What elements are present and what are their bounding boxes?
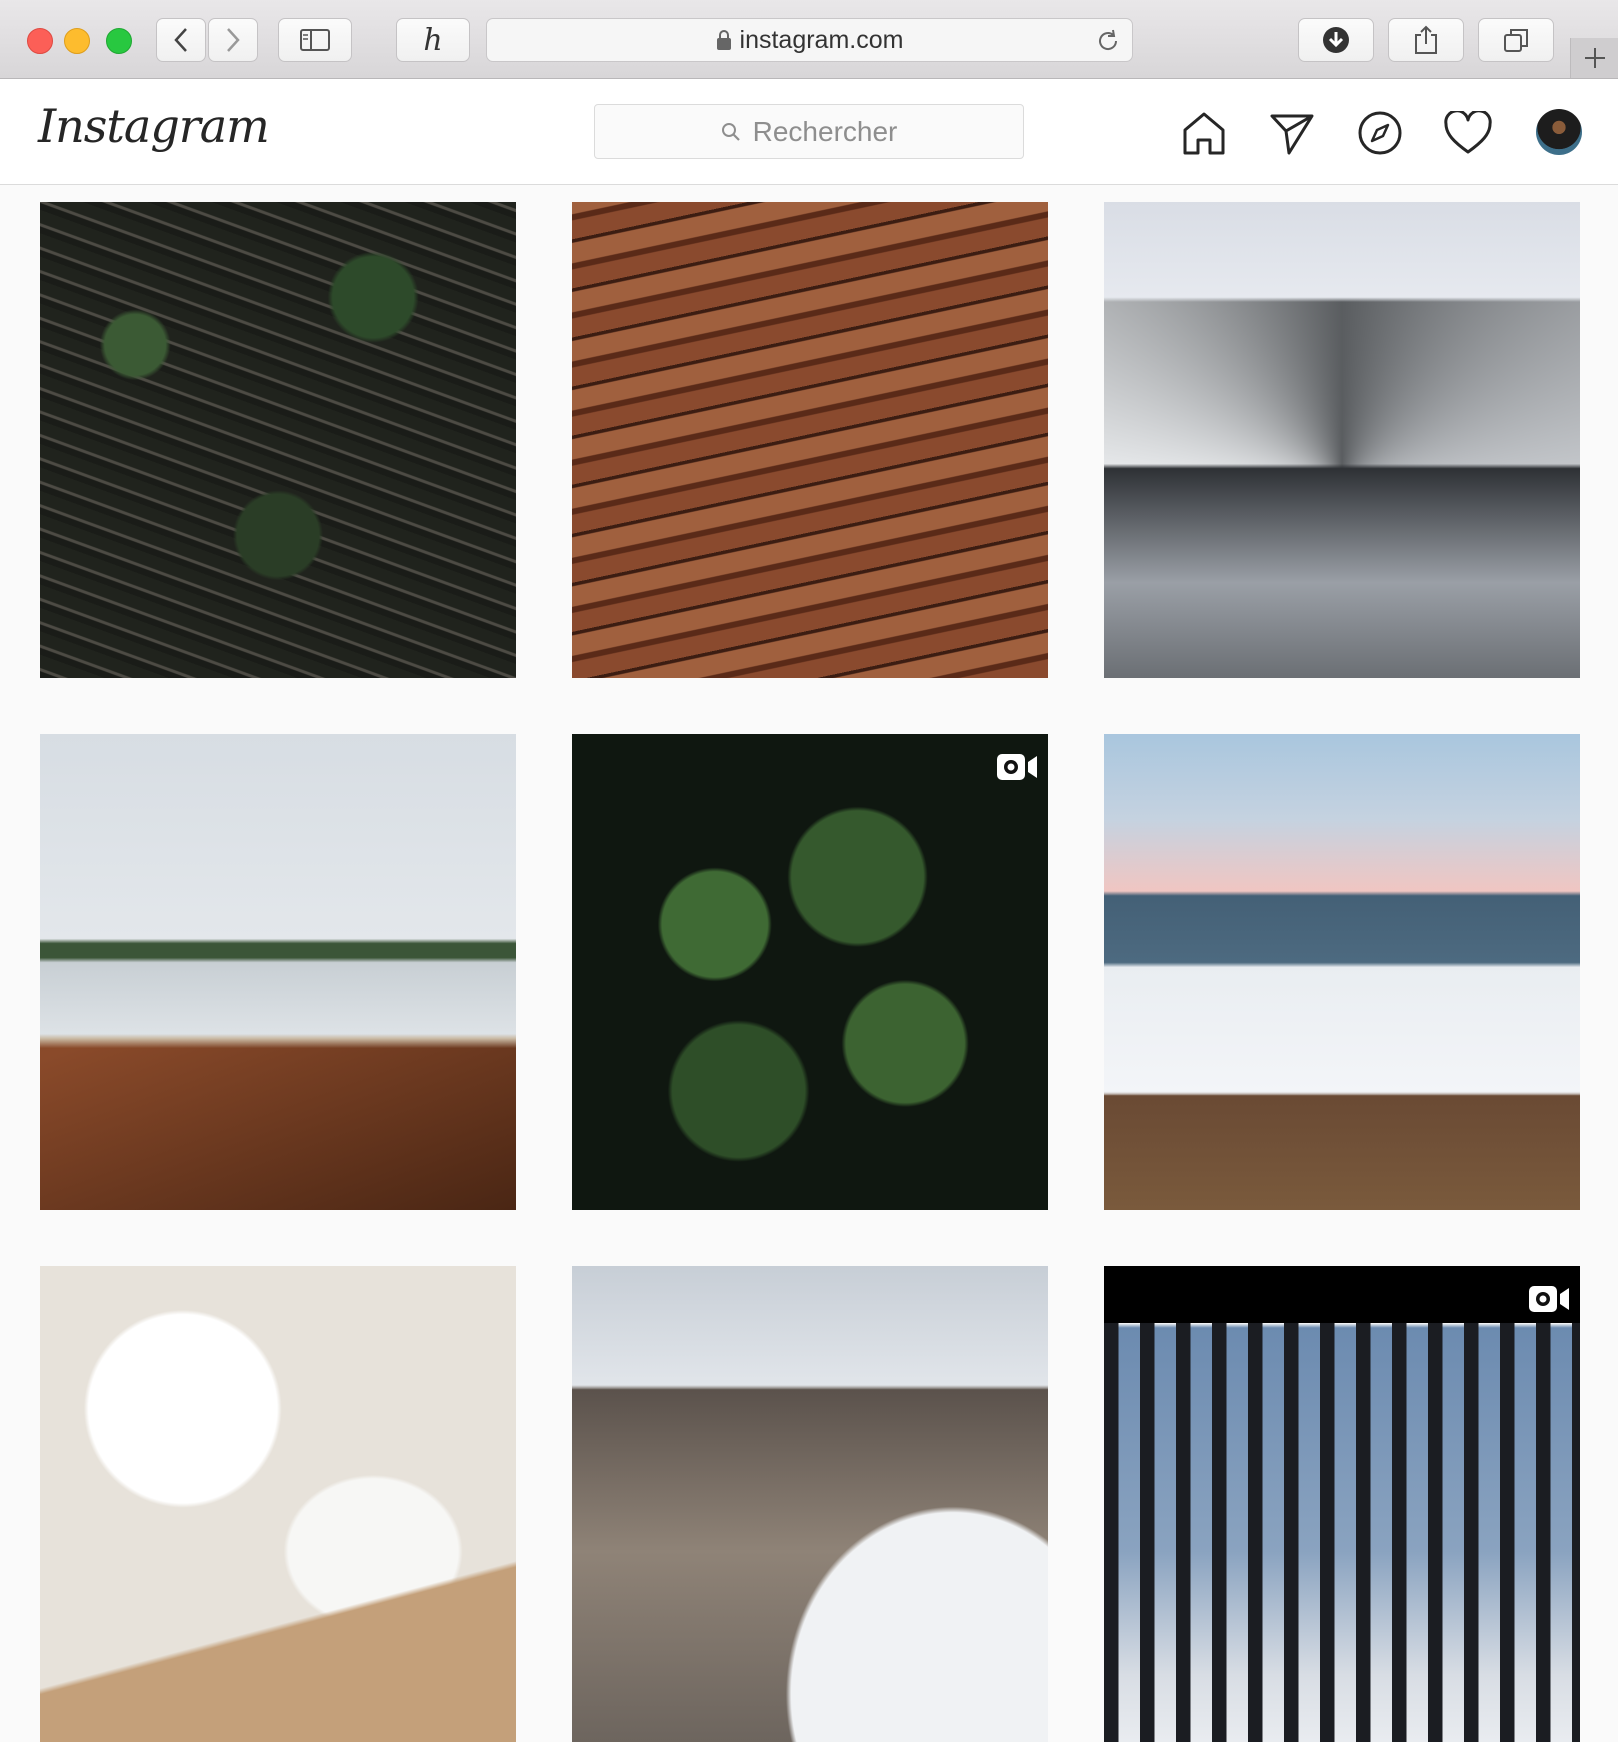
honey-h-icon: h <box>423 22 443 58</box>
post-tile[interactable] <box>40 202 516 678</box>
video-icon <box>997 754 1037 780</box>
honey-extension-button[interactable]: h <box>396 18 470 62</box>
post-tile[interactable] <box>1104 202 1580 678</box>
search-input[interactable]: Rechercher <box>594 104 1024 159</box>
post-tile[interactable] <box>572 1266 1048 1742</box>
close-window-button[interactable] <box>27 28 53 54</box>
post-tile[interactable] <box>572 734 1048 1210</box>
explore-icon[interactable] <box>1356 109 1404 157</box>
back-button[interactable] <box>156 18 206 62</box>
share-icon <box>1415 25 1437 54</box>
profile-avatar[interactable] <box>1536 109 1582 155</box>
zoom-window-button[interactable] <box>106 28 132 54</box>
url-text: instagram.com <box>739 25 904 54</box>
reload-icon[interactable] <box>1094 27 1122 55</box>
instagram-logo[interactable]: Instagram <box>38 99 270 153</box>
address-bar[interactable]: instagram.com <box>486 18 1133 62</box>
post-tile[interactable] <box>1104 1266 1580 1742</box>
search-placeholder: Rechercher <box>752 115 898 147</box>
instagram-header: Instagram Rechercher <box>0 79 1618 185</box>
chevron-left-icon <box>174 28 187 52</box>
sidebar-button[interactable] <box>278 18 352 62</box>
tabs-icon <box>1504 29 1528 52</box>
direct-icon[interactable] <box>1268 109 1316 157</box>
search-icon <box>721 122 740 141</box>
post-tile[interactable] <box>1104 734 1580 1210</box>
video-icon <box>1529 1286 1569 1312</box>
new-tab-button[interactable] <box>1570 38 1618 78</box>
chevron-right-icon <box>227 28 240 52</box>
sidebar-icon <box>300 29 330 51</box>
home-icon[interactable] <box>1180 109 1228 157</box>
lock-icon <box>716 30 731 50</box>
forward-button[interactable] <box>208 18 258 62</box>
downloads-button[interactable] <box>1298 18 1374 62</box>
post-tile[interactable] <box>40 734 516 1210</box>
minimize-window-button[interactable] <box>64 28 90 54</box>
share-button[interactable] <box>1388 18 1464 62</box>
plus-icon <box>1585 48 1605 68</box>
download-icon <box>1323 27 1349 53</box>
post-tile[interactable] <box>572 202 1048 678</box>
activity-heart-icon[interactable] <box>1444 109 1492 157</box>
tabs-overview-button[interactable] <box>1478 18 1554 62</box>
browser-toolbar: h instagram.com <box>0 0 1618 79</box>
post-tile[interactable] <box>40 1266 516 1742</box>
